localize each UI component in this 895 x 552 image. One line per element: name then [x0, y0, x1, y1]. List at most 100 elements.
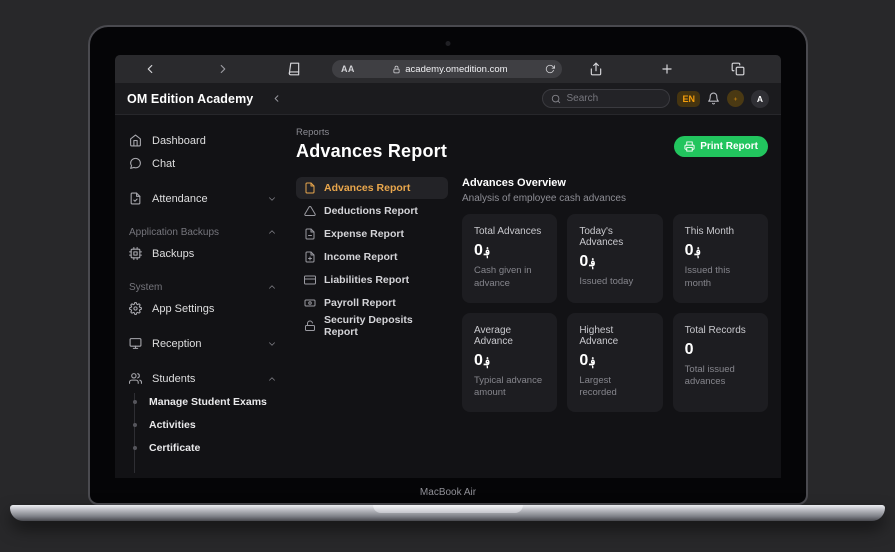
currency-symbol: ؋ — [483, 355, 491, 368]
stat-card-total-records: Total Records 0 Total issued advances — [672, 312, 768, 413]
tabs-icon — [731, 62, 745, 76]
forward-button[interactable] — [216, 62, 230, 76]
bell-icon — [708, 92, 719, 105]
share-button[interactable] — [589, 62, 603, 76]
new-tab-button[interactable] — [660, 62, 674, 76]
stat-title: Today's Advances — [579, 226, 624, 248]
report-nav: Advances Report Deductions Report Expense … — [296, 177, 448, 478]
printer-icon — [684, 141, 695, 152]
stat-subtitle: Total issued advances — [684, 363, 735, 388]
search-box[interactable] — [542, 89, 671, 108]
sidebar-item-attendance[interactable]: Attendance — [115, 187, 291, 210]
sidebar-item-label: Backups — [152, 247, 195, 260]
sidebar-item-manage-student-exams[interactable]: Manage Student Exams — [132, 390, 291, 413]
chevron-up-icon — [269, 285, 275, 289]
webcam-dot — [445, 41, 451, 46]
sidebar-item-chat[interactable]: Chat — [115, 152, 291, 175]
stat-value: 0؋ — [579, 352, 650, 370]
print-report-label: Print Report — [700, 141, 758, 152]
sidebar-item-backups[interactable]: Backups — [115, 242, 291, 265]
chevron-up-icon — [269, 376, 275, 381]
report-nav-label: Deductions Report — [324, 205, 418, 217]
file-icon — [305, 182, 315, 194]
book-icon — [288, 62, 300, 76]
report-nav-item-income-report[interactable]: Income Report — [296, 246, 448, 268]
chevron-right-icon — [220, 64, 226, 74]
report-nav-item-payroll-report[interactable]: Payroll Report — [296, 292, 448, 314]
overview-subtitle: Analysis of employee cash advances — [462, 193, 626, 204]
screen: AA academy.omedition.com OM Edition Acad… — [115, 55, 781, 478]
chevron-up-container — [267, 282, 277, 292]
search-icon — [551, 94, 561, 104]
file-plus-icon — [305, 251, 315, 263]
address-bar[interactable]: AA academy.omedition.com — [332, 60, 562, 78]
sidebar-item-label: Activities — [149, 418, 196, 431]
file-minus-icon — [305, 228, 315, 240]
stat-title: This Month — [684, 226, 735, 237]
sidebar-item-students[interactable]: Students — [115, 367, 291, 390]
chevron-down-icon — [269, 196, 275, 201]
share-icon — [590, 62, 602, 76]
back-button[interactable] — [143, 62, 157, 76]
stat-card-highest-advance: Highest Advance 0؋ Largest recorded — [567, 312, 663, 413]
reload-button[interactable] — [545, 64, 555, 74]
printer-icon — [684, 141, 695, 152]
search-icon — [552, 94, 561, 103]
report-nav-item-advances-report[interactable]: Advances Report — [296, 177, 448, 199]
sidebar-section-system[interactable]: System — [115, 277, 291, 297]
sidebar-item-certificate[interactable]: Certificate — [132, 436, 291, 459]
lock-icon — [393, 65, 400, 73]
sidebar-item-label: Dashboard — [152, 134, 206, 147]
report-nav-item-deductions-report[interactable]: Deductions Report — [296, 200, 448, 222]
report-nav-item-expense-report[interactable]: Expense Report — [296, 223, 448, 245]
sidebar-section-application-backups[interactable]: Application Backups — [115, 222, 291, 242]
stat-number: 0 — [579, 253, 589, 270]
brand-title: OM Edition Academy — [127, 91, 254, 106]
sidebar-item-label: Reception — [152, 337, 202, 350]
stat-number: 0 — [474, 351, 483, 369]
sidebar-item-label: Manage Student Exams — [149, 395, 267, 408]
quick-add-button[interactable] — [727, 90, 744, 107]
sidebar-item-app-settings[interactable]: App Settings — [115, 297, 291, 320]
avatar[interactable]: A — [751, 89, 769, 108]
advances-overview: Advances Overview Analysis of employee c… — [462, 177, 768, 478]
report-nav-item-liabilities-report[interactable]: Liabilities Report — [296, 269, 448, 291]
credit-card-icon — [304, 275, 316, 285]
print-report-button[interactable]: Print Report — [674, 136, 768, 157]
stat-subtitle: Largest recorded — [579, 374, 617, 399]
sidebar-collapse-button[interactable] — [271, 93, 282, 104]
text-size-button[interactable]: AA — [341, 64, 355, 74]
stat-card-total-advances: Total Advances 0؋ Cash given in advance — [462, 214, 558, 303]
stat-title: Total Advances — [474, 226, 542, 237]
sidebar-item-dashboard[interactable]: Dashboard — [115, 129, 291, 152]
search-input[interactable] — [566, 93, 662, 104]
tabs-button[interactable] — [731, 62, 745, 76]
sidebar-item-label: App Settings — [152, 302, 215, 315]
sidebar-section-label: Application Backups — [129, 226, 220, 238]
overview-title: Advances Overview — [462, 177, 566, 189]
chat-icon — [130, 157, 141, 169]
sidebar-item-activities[interactable]: Activities — [132, 413, 291, 436]
url-text: academy.omedition.com — [405, 63, 508, 75]
page-title: Advances Report — [296, 141, 448, 161]
stat-number: 0 — [684, 242, 694, 259]
report-nav-label: Liabilities Report — [324, 274, 410, 286]
stat-subtitle: Issued today — [579, 276, 634, 287]
stat-title: Average Advance — [474, 324, 513, 347]
chevron-down-container — [267, 339, 277, 349]
bookmarks-button[interactable] — [287, 62, 301, 76]
report-nav-label: Payroll Report — [324, 297, 396, 309]
plus-icon — [733, 96, 738, 101]
stat-subtitle: Typical advance amount — [474, 374, 543, 399]
sidebar-item-reception[interactable]: Reception — [115, 332, 291, 355]
sidebar-item-label: Chat — [152, 157, 176, 170]
report-nav-item-security-deposits-report[interactable]: Security Deposits Report — [296, 314, 448, 338]
users-icon — [129, 373, 142, 384]
stat-number: 0 — [579, 351, 589, 369]
monitor-icon — [129, 338, 142, 349]
language-badge[interactable]: EN — [677, 90, 700, 107]
notifications-button[interactable] — [707, 92, 720, 105]
chevron-up-container — [267, 227, 277, 237]
stat-subtitle: Cash given in advance — [474, 265, 532, 289]
alert-triangle-icon — [304, 205, 316, 216]
